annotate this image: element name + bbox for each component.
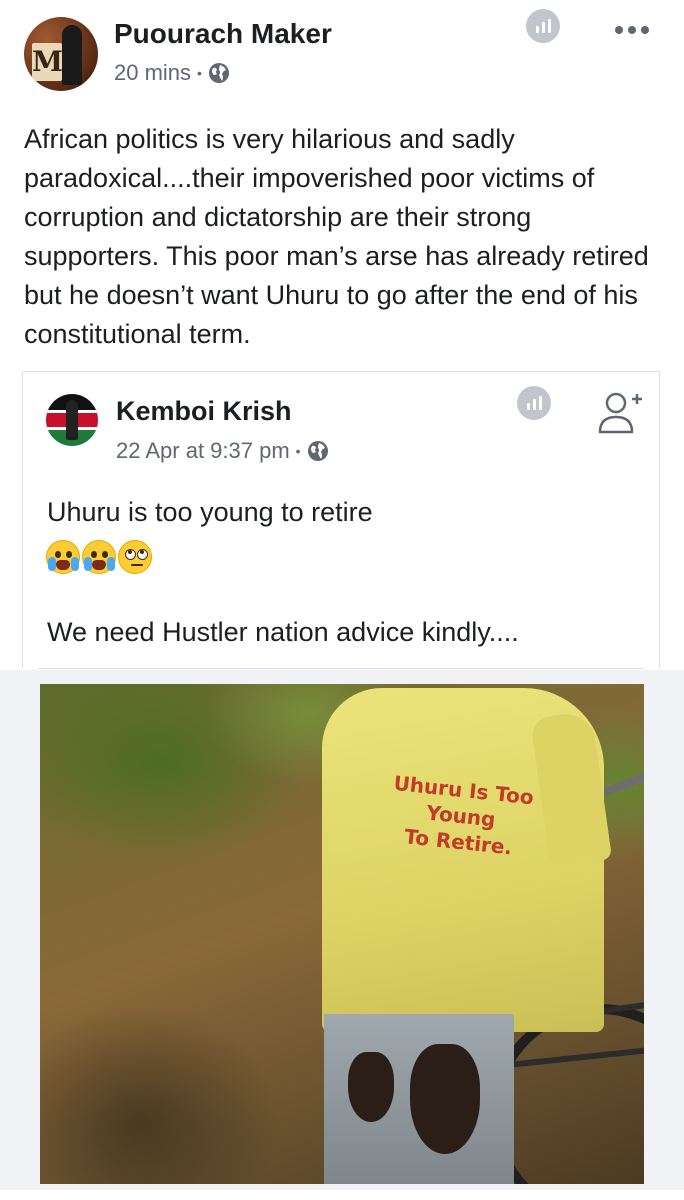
post-meta: 20 mins • bbox=[114, 60, 230, 86]
globe-icon bbox=[307, 441, 328, 461]
loudly-crying-face-icon bbox=[46, 540, 80, 574]
shared-post-text-line1: Uhuru is too young to retire bbox=[47, 497, 373, 527]
card-divider bbox=[38, 668, 643, 669]
post-photo[interactable]: Uhuru Is Too Young To Retire. bbox=[40, 684, 644, 1184]
meta-separator: • bbox=[197, 65, 202, 81]
more-options-icon[interactable] bbox=[612, 20, 652, 40]
shared-author-avatar[interactable] bbox=[46, 394, 98, 446]
loudly-crying-face-icon bbox=[82, 540, 116, 574]
author-avatar[interactable]: M bbox=[24, 17, 98, 91]
shared-author-name[interactable]: Kemboi Krish bbox=[116, 396, 292, 427]
globe-icon bbox=[208, 63, 229, 83]
insights-icon[interactable] bbox=[517, 386, 551, 420]
shared-post-meta: 22 Apr at 9:37 pm • bbox=[116, 438, 329, 464]
insights-icon[interactable] bbox=[526, 9, 560, 43]
emoji-row bbox=[46, 540, 152, 574]
torn-shorts bbox=[324, 1014, 514, 1184]
author-name[interactable]: Puourach Maker bbox=[114, 18, 332, 50]
add-friend-icon[interactable] bbox=[596, 390, 644, 436]
face-with-rolling-eyes-icon bbox=[118, 540, 152, 574]
post-text: African politics is very hilarious and s… bbox=[24, 124, 649, 349]
meta-separator: • bbox=[295, 443, 301, 459]
shared-post-time[interactable]: 22 Apr at 9:37 pm bbox=[116, 438, 290, 464]
shared-post-text-line2: We need Hustler nation advice kindly.... bbox=[47, 617, 519, 647]
post-time[interactable]: 20 mins bbox=[114, 60, 191, 86]
